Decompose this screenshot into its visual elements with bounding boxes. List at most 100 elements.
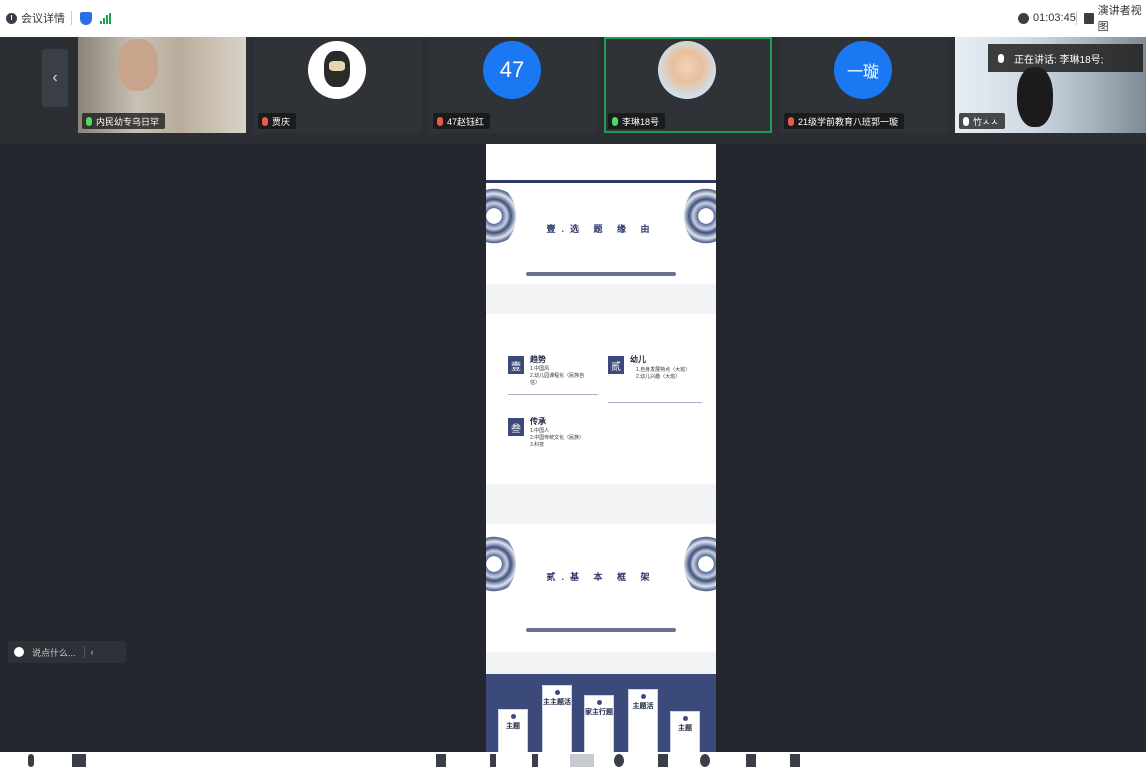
slide-title: 壹.选 题 缘 由 <box>546 224 656 234</box>
invite-button[interactable] <box>532 754 538 767</box>
info-icon <box>6 12 17 24</box>
tag-ring <box>510 714 516 719</box>
mic-icon <box>612 116 618 126</box>
participant-tile[interactable]: 一璇 21级学前教育八班郭一璇 <box>780 37 948 133</box>
rosette-ornament <box>684 186 716 246</box>
seal: 叁 <box>508 418 524 436</box>
slide-gap <box>486 484 716 524</box>
signal-icon <box>100 12 111 24</box>
participant-name: 竹ㅅㅅ <box>973 116 999 127</box>
seal: 贰 <box>608 356 624 374</box>
card-line: 1.中国人 <box>530 428 550 434</box>
rosette-ornament <box>486 534 516 594</box>
framework-tag: 主题 <box>670 711 700 752</box>
slide-brush <box>526 628 676 632</box>
microphone-button[interactable] <box>28 754 34 767</box>
participant-namebar: 内民幼专乌日罕 <box>82 113 166 129</box>
tag-label: 主题 <box>678 725 692 732</box>
camera-button[interactable] <box>72 754 86 767</box>
divider <box>1076 11 1077 25</box>
record-button[interactable] <box>614 754 624 767</box>
tag-label: 主主题活 <box>543 699 571 706</box>
view-switch-button[interactable]: 演讲者视图 <box>1084 5 1146 33</box>
members-button[interactable] <box>490 754 496 767</box>
slide-1: 壹.选 题 缘 由 <box>486 144 716 284</box>
reaction-button[interactable] <box>658 754 668 767</box>
person-face <box>118 39 158 91</box>
speaking-indicator: 正在讲话: 李琳18号; <box>988 44 1143 72</box>
card-underline <box>508 394 598 395</box>
tag-ring <box>554 690 560 695</box>
slide-4: 主题 主主题活 家主行题 主题活 主题 <box>486 674 716 752</box>
participant-name: 21级学前教育八班郭一璇 <box>798 116 899 127</box>
tag-ring <box>640 694 646 699</box>
shared-screen-stage: 壹.选 题 缘 由 壹 趋势 1.中国风 2.幼儿园课程化（民族自 信） 贰 幼… <box>0 144 1146 752</box>
participant-tile-active[interactable]: 李琳18号 <box>604 37 772 133</box>
avatar <box>658 41 716 99</box>
card-line: 3.科技 <box>530 442 545 448</box>
card-line: 2.幼儿兴趣（大班） <box>636 374 681 380</box>
mic-muted-icon <box>262 116 268 126</box>
framework-tag: 主题 <box>498 709 528 752</box>
participant-namebar: 竹ㅅㅅ <box>959 113 1005 129</box>
speaker-view-icon <box>1084 12 1094 24</box>
chevron-left-icon[interactable]: ‹ <box>91 647 94 657</box>
emoji-icon[interactable] <box>14 647 24 657</box>
strip-prev-button[interactable]: ‹ <box>42 49 68 107</box>
card-line: 信） <box>530 380 541 386</box>
card-title: 传承 <box>530 417 546 426</box>
share-screen-button[interactable] <box>436 754 446 767</box>
card-title: 幼儿 <box>630 355 646 364</box>
framework-tag: 主主题活 <box>542 685 572 752</box>
mic-icon <box>963 116 969 126</box>
card-line: 2.中国传统文化（民族） <box>530 435 585 441</box>
card-line: 2.幼儿园课程化（民族自 <box>530 373 585 379</box>
shield-icon <box>80 11 92 25</box>
apps-button[interactable] <box>746 754 756 767</box>
top-status-bar: 会议详情 01:03:45 演讲者视图 <box>0 0 1146 37</box>
tag-label: 家主行题 <box>585 709 613 716</box>
timer-label: 01:03:45 <box>1033 12 1076 24</box>
participant-tile[interactable]: 贾庆 <box>254 37 422 133</box>
slide-gap <box>486 652 716 674</box>
participant-namebar: 47赵钰红 <box>433 113 491 129</box>
rosette-ornament <box>486 186 516 246</box>
card-title: 趋势 <box>530 355 546 364</box>
chat-placeholder[interactable]: 说点什么... <box>32 646 76 659</box>
tag-ring <box>596 700 602 705</box>
avatar <box>308 41 366 99</box>
participant-name: 47赵钰红 <box>447 116 485 127</box>
slide-band <box>486 180 716 183</box>
more-button[interactable] <box>790 754 800 767</box>
tag-label: 主题活 <box>632 703 654 710</box>
participant-tile[interactable]: 内民幼专乌日罕 <box>78 37 246 133</box>
security-status[interactable] <box>80 10 111 26</box>
speaking-text: 正在讲话: 李琳18号; <box>1014 54 1104 66</box>
mic-muted-icon <box>788 116 794 126</box>
divider <box>83 646 85 658</box>
shared-slides[interactable]: 壹.选 题 缘 由 壹 趋势 1.中国风 2.幼儿园课程化（民族自 信） 贰 幼… <box>486 144 716 752</box>
participant-namebar: 贾庆 <box>258 113 297 129</box>
participant-tile[interactable]: 47 47赵钰红 <box>429 37 597 133</box>
slide-title: 贰.基 本 框 架 <box>546 572 656 582</box>
chat-input-bar[interactable]: 说点什么... ‹ <box>8 641 126 663</box>
meeting-details-label: 会议详情 <box>21 13 65 25</box>
slide-gap <box>486 284 716 314</box>
meeting-timer: 01:03:45 <box>1018 10 1076 26</box>
slide-2: 壹 趋势 1.中国风 2.幼儿园课程化（民族自 信） 贰 幼儿 1.自身发展特点… <box>486 314 716 484</box>
participant-namebar: 李琳18号 <box>608 113 666 129</box>
clock-icon <box>1018 12 1029 24</box>
chevron-left-icon: ‹ <box>52 69 58 86</box>
slide-brush <box>526 272 676 276</box>
rosette-ornament <box>684 534 716 594</box>
tag-ring <box>682 716 688 721</box>
slide-3: 贰.基 本 框 架 <box>486 524 716 652</box>
settings-button[interactable] <box>700 754 710 767</box>
seal: 壹 <box>508 356 524 374</box>
card-underline <box>608 402 702 403</box>
meeting-details-button[interactable]: 会议详情 <box>6 10 65 26</box>
person-silhouette <box>1017 67 1053 127</box>
framework-tag: 主题活 <box>628 689 658 752</box>
chat-button[interactable] <box>570 754 594 767</box>
divider <box>71 11 72 25</box>
